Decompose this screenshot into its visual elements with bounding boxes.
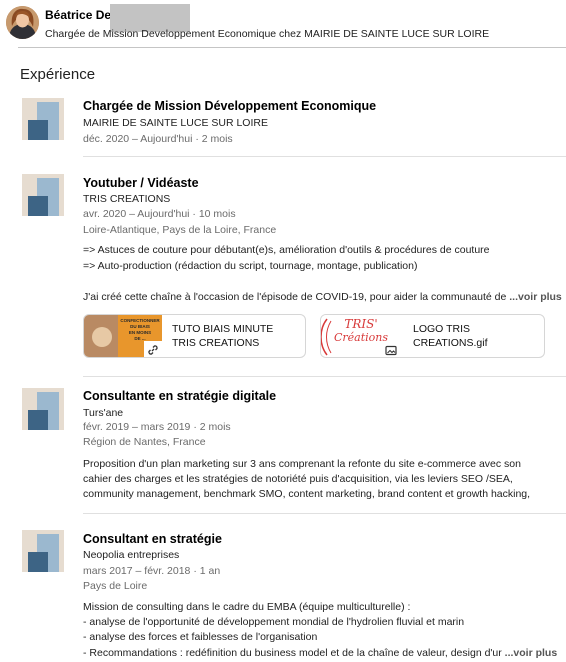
thumb-text: TRIS' (344, 317, 378, 331)
experience-dates: avr. 2020 – Aujourd'hui · 10 mois (83, 208, 236, 220)
media-title-line: TUTO BIAIS MINUTE (172, 323, 274, 335)
company-logo-icon[interactable] (22, 530, 64, 572)
media-card-video[interactable]: CONFECTIONNER DU BIAIS EN MOINS DE ... T… (83, 314, 306, 358)
experience-item: Chargée de Mission Développement Economi… (0, 98, 566, 158)
experience-dates: févr. 2019 – mars 2019 · 2 mois (83, 421, 231, 433)
description-line: cahier des charges et les stratégies de … (83, 473, 513, 485)
thumb-text: Créations (333, 331, 389, 344)
media-title-line: CREATIONS.gif (413, 337, 488, 349)
experience-company[interactable]: TRIS CREATIONS (83, 193, 170, 205)
experience-dates: mars 2017 – févr. 2018 · 1 an (83, 565, 221, 577)
description-line: => Astuces de couture pour débutant(e)s,… (83, 244, 490, 256)
description-line: - analyse des forces et faiblesses de l'… (83, 631, 318, 643)
media-title-line: LOGO TRIS (413, 323, 470, 335)
section-title: Expérience (20, 66, 96, 83)
link-icon (148, 345, 158, 355)
header-divider (18, 47, 566, 48)
experience-item: Youtuber / Vidéaste TRIS CREATIONS avr. … (0, 174, 566, 379)
description-line: => Auto-production (rédaction du script,… (83, 260, 418, 272)
experience-company[interactable]: Neopolia entreprises (83, 549, 179, 561)
experience-location: Pays de Loire (83, 580, 148, 592)
profile-header: Béatrice Del Chargée de Mission Developp… (0, 0, 566, 48)
description-teaser: J'ai créé cette chaîne à l'occasion de l… (83, 291, 562, 303)
experience-item: Consultante en stratégie digitale Turs'a… (0, 388, 566, 516)
media-thumbnail: CONFECTIONNER DU BIAIS EN MOINS DE ... (84, 315, 162, 357)
experience-title[interactable]: Consultant en stratégie (83, 532, 222, 546)
experience-company[interactable]: MAIRIE DE SAINTE LUCE SUR LOIRE (83, 117, 268, 129)
item-divider (83, 376, 566, 377)
description-line: - Recommandations : redéfinition du busi… (83, 647, 505, 659)
description-line: Mission de consulting dans le cadre du E… (83, 601, 411, 613)
description-line: - analyse de l'opportunité de développem… (83, 616, 465, 628)
description-line: community management, benchmark SMO, con… (83, 488, 531, 500)
thumb-text: DE ... (134, 336, 146, 341)
media-title: LOGO TRIS CREATIONS.gif (413, 322, 487, 350)
media-title-line: TRIS CREATIONS (172, 337, 260, 349)
experience-item: Consultant en stratégie Neopolia entrepr… (0, 530, 566, 662)
company-logo-icon[interactable] (22, 98, 64, 140)
experience-title[interactable]: Chargée de Mission Développement Economi… (83, 99, 376, 113)
experience-company[interactable]: Turs'ane (83, 407, 123, 419)
description-teaser: - Recommandations : redéfinition du busi… (83, 647, 557, 659)
experience-location: Région de Nantes, France (83, 436, 206, 448)
experience-location: Loire-Atlantique, Pays de la Loire, Fran… (83, 224, 277, 236)
experience-dates: déc. 2020 – Aujourd'hui · 2 mois (83, 133, 233, 145)
media-card-image[interactable]: TRIS' Créations LOGO TRIS CREATIONS.gif (320, 314, 545, 358)
image-icon (385, 345, 397, 356)
teaser-text: J'ai créé cette chaîne à l'occasion de l… (83, 291, 510, 303)
media-thumbnail: TRIS' Créations (321, 315, 399, 357)
profile-name[interactable]: Béatrice Del (45, 8, 114, 22)
company-logo-icon[interactable] (22, 388, 64, 430)
item-divider (83, 513, 566, 514)
profile-headline: Chargée de Mission Developpement Economi… (45, 28, 490, 40)
avatar[interactable] (6, 6, 39, 39)
description-line: Proposition d'un plan marketing sur 3 an… (83, 458, 521, 470)
company-logo-icon[interactable] (22, 174, 64, 216)
item-divider (83, 156, 566, 157)
experience-title[interactable]: Youtuber / Vidéaste (83, 176, 199, 190)
see-more-link[interactable]: ...voir plus (509, 291, 562, 303)
media-title: TUTO BIAIS MINUTE TRIS CREATIONS (172, 322, 273, 350)
experience-title[interactable]: Consultante en stratégie digitale (83, 389, 276, 403)
see-more-link[interactable]: ...voir plus (505, 647, 558, 659)
